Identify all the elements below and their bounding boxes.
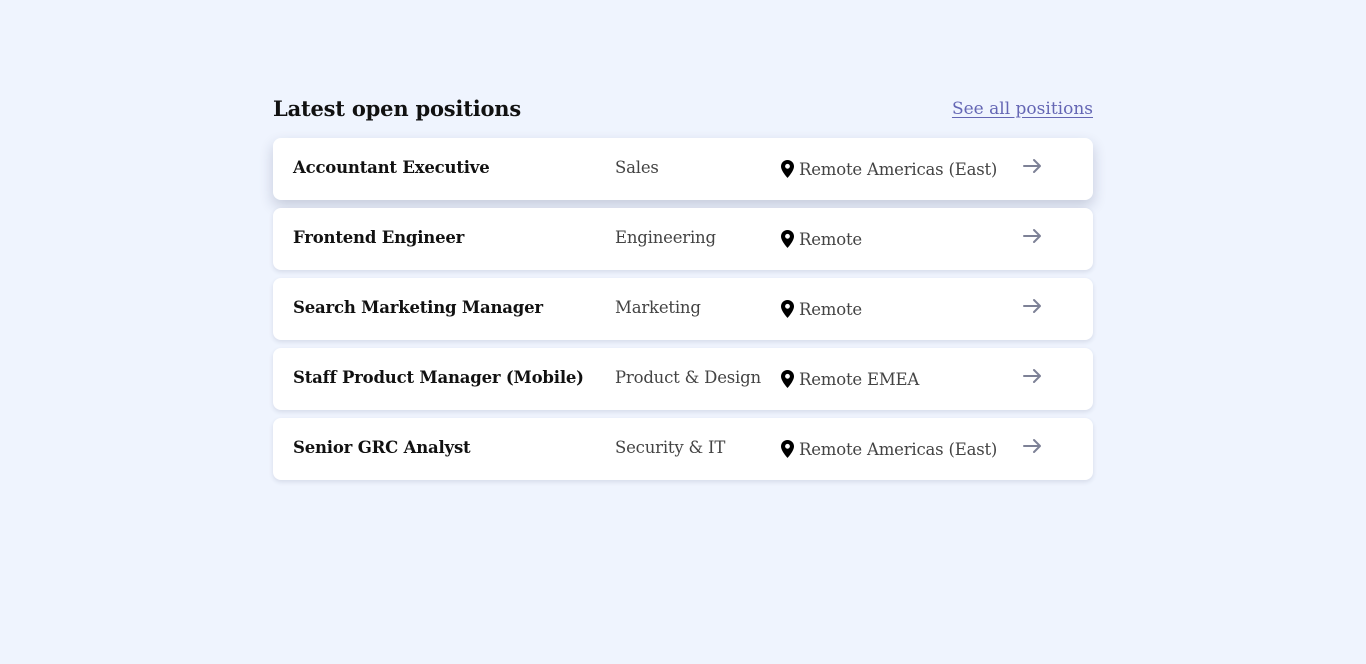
arrow-right-icon[interactable] xyxy=(1023,438,1043,454)
position-title: Accountant Executive xyxy=(293,158,490,177)
map-pin-icon xyxy=(781,370,794,388)
arrow-right-icon[interactable] xyxy=(1023,158,1043,174)
position-department: Security & IT xyxy=(615,438,726,457)
positions-list: Accountant Executive Sales Remote Americ… xyxy=(273,138,1093,488)
map-pin-icon xyxy=(781,440,794,458)
see-all-positions-link[interactable]: See all positions xyxy=(952,99,1093,119)
position-location: Remote Americas (East) xyxy=(781,438,997,460)
position-location: Remote Americas (East) xyxy=(781,158,997,180)
position-location-label: Remote xyxy=(799,299,862,319)
position-title: Search Marketing Manager xyxy=(293,298,543,317)
position-row[interactable]: Accountant Executive Sales Remote Americ… xyxy=(273,138,1093,200)
map-pin-icon xyxy=(781,300,794,318)
position-department: Engineering xyxy=(615,228,716,247)
position-location: Remote xyxy=(781,228,862,250)
section-title: Latest open positions xyxy=(273,96,521,121)
open-positions-section: Latest open positions See all positions … xyxy=(273,94,1093,480)
arrow-right-icon[interactable] xyxy=(1023,368,1043,384)
position-location-label: Remote Americas (East) xyxy=(799,159,998,179)
section-header: Latest open positions See all positions xyxy=(273,94,1093,128)
arrow-right-icon[interactable] xyxy=(1023,298,1043,314)
position-title: Staff Product Manager (Mobile) xyxy=(293,368,584,387)
position-row[interactable]: Staff Product Manager (Mobile) Product &… xyxy=(273,348,1093,410)
position-location-label: Remote xyxy=(799,229,862,249)
position-department: Product & Design xyxy=(615,368,761,387)
position-location-label: Remote EMEA xyxy=(799,369,920,389)
position-row[interactable]: Search Marketing Manager Marketing Remot… xyxy=(273,278,1093,340)
position-row[interactable]: Frontend Engineer Engineering Remote xyxy=(273,208,1093,270)
position-department: Sales xyxy=(615,158,659,177)
position-title: Frontend Engineer xyxy=(293,228,465,247)
position-location: Remote EMEA xyxy=(781,368,919,390)
arrow-right-icon[interactable] xyxy=(1023,228,1043,244)
position-location-label: Remote Americas (East) xyxy=(799,439,998,459)
map-pin-icon xyxy=(781,160,794,178)
map-pin-icon xyxy=(781,230,794,248)
position-location: Remote xyxy=(781,298,862,320)
position-row[interactable]: Senior GRC Analyst Security & IT Remote … xyxy=(273,418,1093,480)
position-department: Marketing xyxy=(615,298,701,317)
position-title: Senior GRC Analyst xyxy=(293,438,471,457)
